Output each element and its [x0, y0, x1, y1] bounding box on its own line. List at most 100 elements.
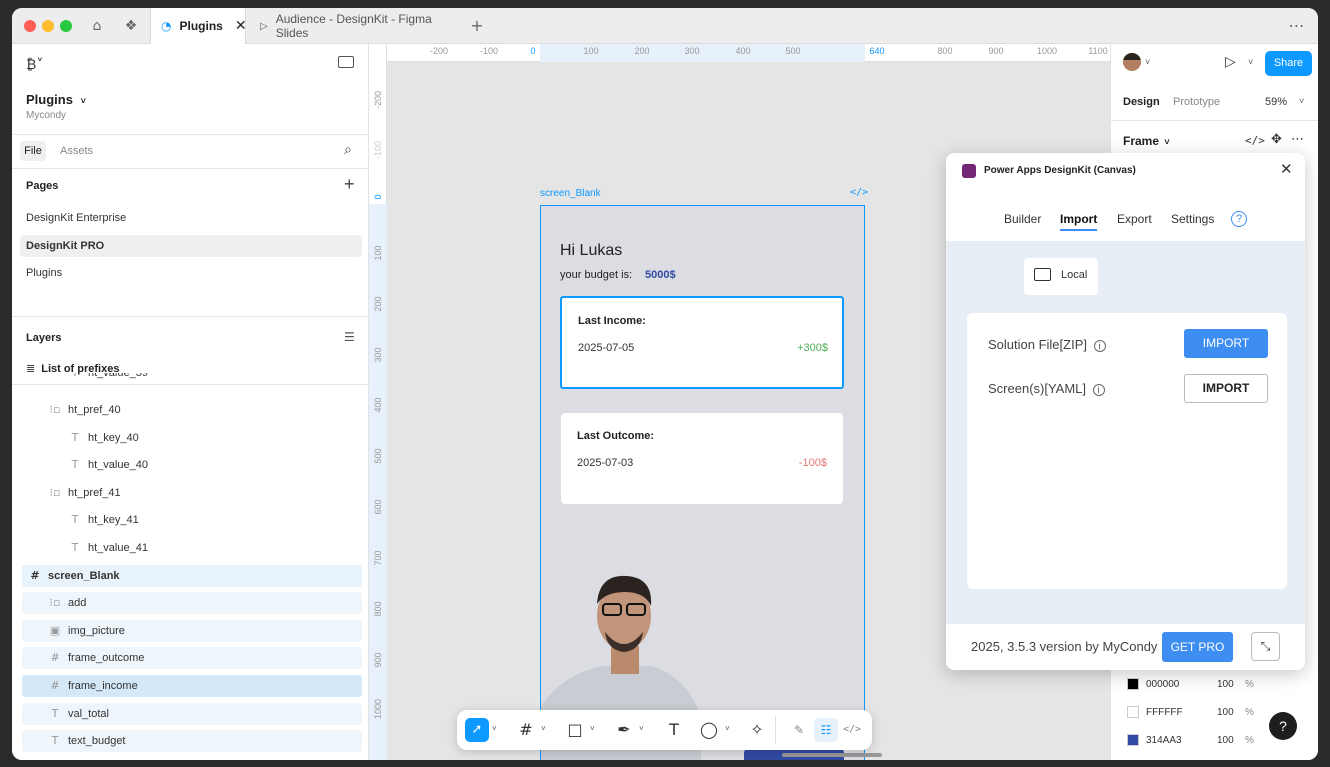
tab-file[interactable]: File: [20, 141, 46, 161]
frame-label[interactable]: screen_Blank: [540, 188, 601, 199]
screen-blank-frame[interactable]: Hi Lukas your budget is: 5000$ Last Inco…: [540, 205, 865, 760]
page-item-designkit-enterprise[interactable]: DesignKit Enterprise: [20, 207, 362, 229]
swatch-color[interactable]: [1127, 706, 1139, 718]
dev-mode-toggle-icon[interactable]: </>: [840, 718, 864, 742]
pen-options-icon[interactable]: ˅: [639, 724, 644, 733]
community-icon[interactable]: ❖: [122, 17, 140, 35]
actions-icon[interactable]: ✧: [745, 718, 769, 742]
swatch-color[interactable]: [1127, 734, 1139, 746]
move-options-icon[interactable]: ˅: [492, 724, 497, 733]
present-icon[interactable]: ▷: [1225, 54, 1236, 70]
frame-section-title[interactable]: Frame ˅: [1123, 134, 1170, 148]
add-page-icon[interactable]: +: [344, 174, 355, 195]
layer-row[interactable]: Ttext_budget: [22, 730, 362, 752]
close-window-button[interactable]: [24, 20, 36, 32]
layer-row[interactable]: Tht_key_41: [22, 509, 362, 531]
zoom-chevron-icon[interactable]: ˅: [1299, 96, 1304, 106]
tab-design[interactable]: Design: [1123, 96, 1160, 108]
close-tab-icon[interactable]: ✕: [235, 18, 247, 34]
more-options-icon[interactable]: ⋯: [1291, 132, 1304, 147]
plugin-nav-import[interactable]: Import: [1060, 212, 1098, 231]
tab-label: Audience - DesignKit - Figma Slides: [275, 12, 432, 40]
swatch-hex[interactable]: FFFFFF: [1146, 707, 1183, 718]
toolbar-divider: [775, 716, 776, 744]
comment-options-icon[interactable]: ˅: [725, 724, 730, 733]
minimize-window-button[interactable]: [42, 20, 54, 32]
text-icon: T: [68, 373, 82, 384]
import-solution-button[interactable]: IMPORT: [1184, 329, 1268, 358]
page-item-designkit-pro[interactable]: DesignKit PRO: [20, 235, 362, 257]
layer-row-screen-blank[interactable]: # screen_Blank: [22, 565, 362, 587]
tab-prototype[interactable]: Prototype: [1173, 96, 1220, 108]
dev-mode-icon[interactable]: </>: [1245, 134, 1265, 147]
layer-row[interactable]: ⁝▫ add: [22, 592, 362, 614]
present-options-icon[interactable]: ˅: [1248, 57, 1253, 67]
figma-menu-icon[interactable]: ₿˅: [26, 56, 43, 73]
swatch-opacity[interactable]: 100: [1217, 679, 1234, 690]
group-icon: ⁝▫: [49, 596, 61, 609]
draw-mode-icon[interactable]: ✎: [787, 718, 811, 742]
pen-icon[interactable]: ✒: [612, 718, 636, 742]
import-screens-button[interactable]: IMPORT: [1184, 374, 1268, 403]
more-icon[interactable]: ⋯: [1288, 17, 1306, 35]
plugin-nav-settings[interactable]: Settings: [1171, 212, 1214, 226]
text-icon[interactable]: T: [662, 718, 686, 742]
new-tab-icon[interactable]: +: [468, 17, 486, 35]
power-apps-icon: [962, 164, 976, 178]
plugin-nav-builder[interactable]: Builder: [1004, 212, 1041, 226]
frame-icon[interactable]: #: [514, 718, 538, 742]
component-icon[interactable]: ✥: [1271, 132, 1282, 147]
file-name[interactable]: Plugins ˅: [26, 92, 86, 107]
plugin-title: Power Apps DesignKit (Canvas): [984, 165, 1136, 176]
tab-audience[interactable]: ▷ Audience - DesignKit - Figma Slides: [258, 8, 458, 44]
info-icon[interactable]: i: [1093, 340, 1106, 352]
avatar[interactable]: [1123, 53, 1141, 71]
share-button[interactable]: Share: [1265, 51, 1312, 76]
avatar-hair: [1123, 53, 1141, 60]
swatch-hex[interactable]: 314AA3: [1146, 735, 1182, 746]
layer-row[interactable]: Tval_total: [22, 703, 362, 725]
plugin-help-icon[interactable]: ?: [1231, 211, 1247, 227]
layer-row[interactable]: # frame_outcome: [22, 647, 362, 669]
layer-row[interactable]: ⁝▫ ht_pref_40: [22, 399, 362, 421]
search-icon[interactable]: ⌕: [344, 142, 352, 158]
get-pro-button[interactable]: GET PRO: [1162, 632, 1233, 662]
info-icon[interactable]: i: [1092, 384, 1105, 396]
swatch-hex[interactable]: 000000: [1146, 679, 1179, 690]
tab-assets[interactable]: Assets: [60, 141, 93, 161]
move-icon[interactable]: ➚: [465, 718, 489, 742]
collapse-icon[interactable]: ⤡: [1251, 632, 1280, 661]
layer-row[interactable]: Tht_value_39: [22, 373, 362, 385]
list-options-icon[interactable]: ☰: [344, 330, 355, 344]
page-item-plugins[interactable]: Plugins: [20, 262, 362, 284]
rectangle-icon[interactable]: □: [563, 718, 587, 742]
frame-options-icon[interactable]: ˅: [541, 724, 546, 733]
layer-row[interactable]: Tht_value_41: [22, 537, 362, 559]
income-card[interactable]: Last Income: 2025-07-05 +300$: [560, 296, 844, 389]
horizontal-scrollbar[interactable]: [782, 753, 882, 757]
layer-row[interactable]: Tht_value_40: [22, 454, 362, 476]
local-source-button[interactable]: Local: [1024, 258, 1098, 295]
swatch-opacity[interactable]: 100: [1217, 707, 1234, 718]
ruler-tick: 640: [869, 46, 885, 56]
close-plugin-icon[interactable]: ✕: [1280, 160, 1293, 178]
plugin-nav-export[interactable]: Export: [1117, 212, 1152, 226]
home-icon[interactable]: ⌂: [88, 17, 106, 35]
layer-row-frame-income[interactable]: # frame_income: [22, 675, 362, 697]
design-mode-icon[interactable]: ☷: [814, 718, 838, 742]
swatch-opacity[interactable]: 100: [1217, 735, 1234, 746]
zoom-window-button[interactable]: [60, 20, 72, 32]
swatch-color[interactable]: [1127, 678, 1139, 690]
comment-icon[interactable]: ◯: [697, 718, 721, 742]
layer-row[interactable]: ▣ img_picture: [22, 620, 362, 642]
chevron-down-icon[interactable]: ˅: [1145, 57, 1150, 67]
sidebar-toggle-icon[interactable]: [338, 56, 354, 68]
zoom-level[interactable]: 59%: [1265, 96, 1287, 108]
layer-row[interactable]: ⁝▫ ht_pref_41: [22, 482, 362, 504]
shape-options-icon[interactable]: ˅: [590, 724, 595, 733]
help-button[interactable]: ?: [1269, 712, 1297, 740]
code-icon[interactable]: </>: [850, 187, 868, 198]
tab-plugins[interactable]: ◔ Plugins ✕: [150, 8, 247, 44]
outcome-card[interactable]: Last Outcome: 2025-07-03 -100$: [561, 413, 843, 504]
layer-row[interactable]: Tht_key_40: [22, 427, 362, 449]
